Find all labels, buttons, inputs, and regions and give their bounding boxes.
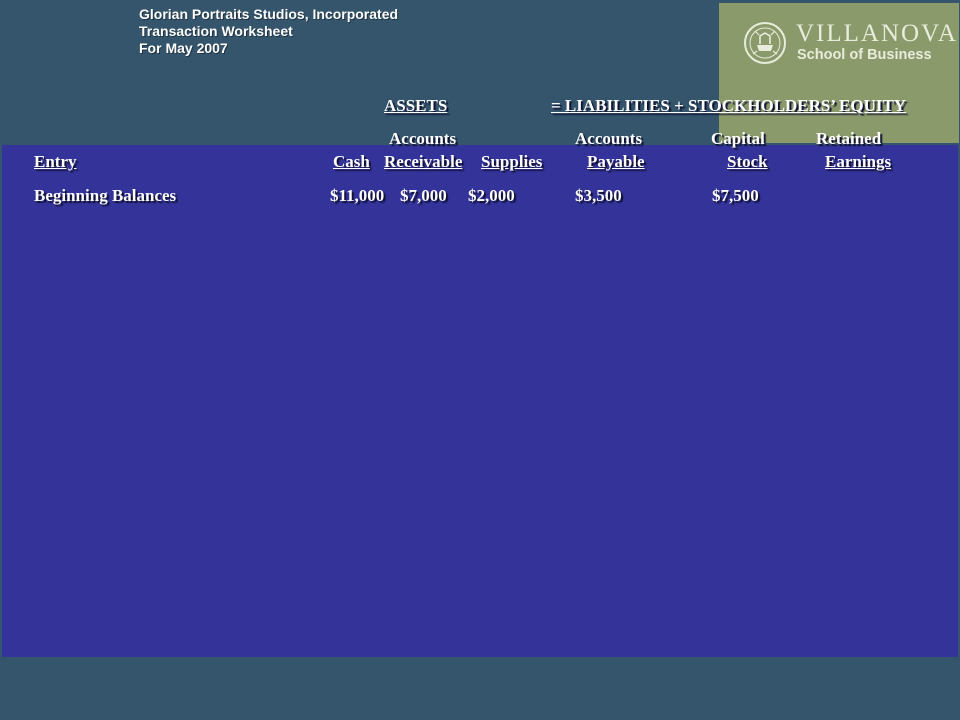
row-ap: $3,500: [575, 186, 622, 205]
logo-subtitle: School of Business: [797, 47, 932, 63]
row-entry: Beginning Balances: [34, 186, 177, 205]
col-supplies: Supplies: [481, 152, 543, 171]
col-ar-bottom: Receivable: [384, 152, 463, 171]
col-ar-top: Accounts: [389, 129, 457, 148]
worksheet-panel: [2, 145, 958, 657]
villanova-logo: VILLANOVA School of Business: [719, 3, 959, 143]
col-cs-bottom: Stock: [727, 152, 768, 171]
worksheet-title: Transaction Worksheet: [139, 23, 293, 39]
col-re-top: Retained: [816, 129, 882, 148]
row-ar: $7,000: [400, 186, 447, 205]
row-cash: $11,000: [330, 186, 385, 205]
col-cash: Cash: [333, 152, 370, 171]
liabilities-equity-heading: = LIABILITIES + STOCKHOLDERS’ EQUITY: [551, 96, 907, 115]
row-cs: $7,500: [712, 186, 759, 205]
col-re-bottom: Earnings: [825, 152, 892, 171]
col-ap-bottom: Payable: [587, 152, 645, 171]
seal-icon: [744, 22, 786, 64]
row-supplies: $2,000: [468, 186, 515, 205]
worksheet-period: For May 2007: [139, 40, 228, 56]
col-cs-top: Capital: [711, 129, 765, 148]
company-name: Glorian Portraits Studios, Incorporated: [139, 6, 399, 22]
col-ap-top: Accounts: [575, 129, 643, 148]
assets-heading: ASSETS: [384, 96, 448, 115]
col-entry: Entry: [34, 152, 77, 171]
logo-title: VILLANOVA: [796, 20, 958, 47]
worksheet-header: Glorian Portraits Studios, Incorporated …: [139, 6, 398, 57]
